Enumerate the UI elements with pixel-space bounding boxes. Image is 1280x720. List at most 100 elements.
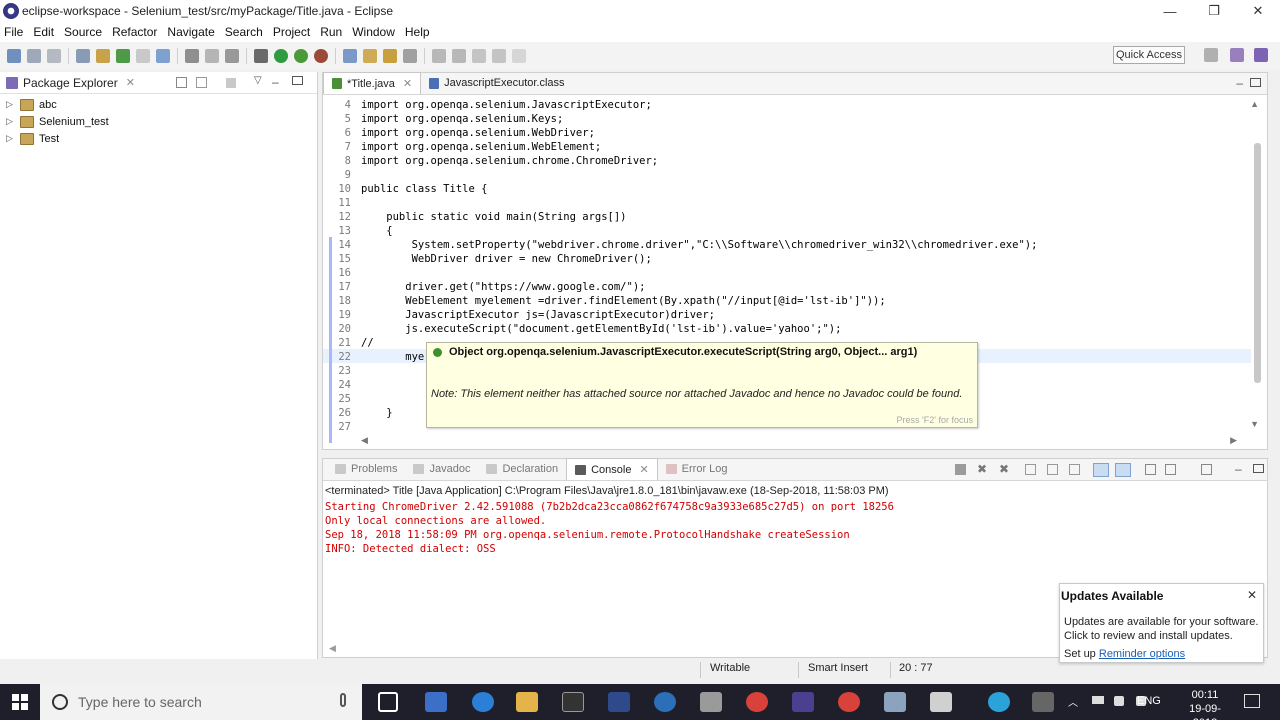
- maximize-view-icon[interactable]: [292, 76, 303, 85]
- minimize-button[interactable]: —: [1148, 0, 1192, 22]
- file-explorer-icon[interactable]: [516, 692, 538, 712]
- scroll-down-icon[interactable]: ▼: [1250, 419, 1259, 429]
- minimize-view-icon[interactable]: –: [272, 75, 279, 89]
- maximize-view-icon[interactable]: [1250, 78, 1261, 87]
- remove-all-icon[interactable]: ✖: [999, 462, 1009, 476]
- code-line[interactable]: import org.openqa.selenium.WebDriver;: [361, 127, 595, 139]
- refresh-icon[interactable]: [116, 49, 130, 63]
- command-prompt-icon[interactable]: [562, 692, 584, 712]
- open-console-icon[interactable]: [1201, 464, 1212, 475]
- tree-item-project[interactable]: ▷ Selenium_test: [0, 113, 317, 130]
- menu-file[interactable]: File: [4, 25, 31, 39]
- chrome-icon[interactable]: [746, 692, 768, 712]
- code-line[interactable]: {: [361, 225, 392, 237]
- maximize-view-icon[interactable]: [1253, 464, 1264, 473]
- code-line[interactable]: WebDriver driver = new ChromeDriver();: [361, 253, 652, 265]
- language-indicator[interactable]: ENG: [1137, 695, 1161, 707]
- close-icon[interactable]: ✕: [403, 77, 412, 90]
- battery-icon[interactable]: [1092, 696, 1104, 704]
- new-java-package-icon[interactable]: [343, 49, 357, 63]
- tab-title-java[interactable]: *Title.java ✕: [323, 72, 422, 94]
- code-line[interactable]: mye: [361, 351, 424, 363]
- menu-source[interactable]: Source: [64, 25, 110, 39]
- menu-project[interactable]: Project: [273, 25, 318, 39]
- edge-icon[interactable]: [472, 692, 494, 712]
- link-with-editor-icon[interactable]: [196, 77, 207, 88]
- forward-icon[interactable]: [512, 49, 526, 63]
- last-edit-icon[interactable]: [472, 49, 486, 63]
- whitespace-icon[interactable]: [205, 49, 219, 63]
- scroll-right-icon[interactable]: ▶: [1230, 435, 1237, 446]
- word-wrap-icon[interactable]: [1069, 464, 1080, 475]
- mark-occurrences-icon[interactable]: [156, 49, 170, 63]
- code-line[interactable]: import org.openqa.selenium.WebElement;: [361, 141, 601, 153]
- collapse-all-icon[interactable]: [176, 77, 187, 88]
- expand-icon[interactable]: ▷: [6, 99, 16, 110]
- menu-edit[interactable]: Edit: [33, 25, 62, 39]
- java-ee-perspective-icon[interactable]: [1230, 48, 1244, 62]
- menu-window[interactable]: Window: [352, 25, 403, 39]
- open-type-icon[interactable]: [383, 49, 397, 63]
- build-icon[interactable]: [96, 49, 110, 63]
- code-line[interactable]: driver.get("https://www.google.com/");: [361, 281, 645, 293]
- photoshop-icon[interactable]: [608, 692, 630, 712]
- code-line[interactable]: }: [361, 407, 392, 419]
- tab-problems[interactable]: Problems: [327, 458, 405, 480]
- debug-icon[interactable]: [254, 49, 268, 63]
- new-icon[interactable]: [7, 49, 21, 63]
- app-icon[interactable]: [425, 692, 447, 712]
- code-line[interactable]: JavascriptExecutor js=(JavascriptExecuto…: [361, 309, 715, 321]
- save-icon[interactable]: [27, 49, 41, 63]
- pin-console-icon[interactable]: [1145, 464, 1156, 475]
- tab-javadoc[interactable]: Javadoc: [405, 458, 478, 480]
- code-line[interactable]: js.executeScript("document.getElementByI…: [361, 323, 841, 335]
- microphone-icon[interactable]: [340, 693, 346, 707]
- code-line[interactable]: WebElement myelement =driver.findElement…: [361, 295, 885, 307]
- code-line[interactable]: import org.openqa.selenium.chrome.Chrome…: [361, 155, 658, 167]
- coverage-icon[interactable]: [294, 49, 308, 63]
- code-line[interactable]: //: [361, 337, 374, 349]
- print-icon[interactable]: [76, 49, 90, 63]
- expand-icon[interactable]: ▷: [6, 133, 16, 144]
- expand-icon[interactable]: ▷: [6, 116, 16, 127]
- clock[interactable]: 00:11 19-09-2018: [1177, 688, 1233, 720]
- notepad-icon[interactable]: [930, 692, 952, 712]
- show-on-error-icon[interactable]: [1115, 463, 1131, 477]
- close-icon[interactable]: ✕: [126, 76, 135, 89]
- code-line[interactable]: public static void main(String args[]): [361, 211, 626, 223]
- clear-console-icon[interactable]: [1047, 464, 1058, 475]
- start-button[interactable]: [0, 684, 40, 720]
- app-icon[interactable]: [884, 692, 906, 712]
- tab-package-explorer[interactable]: Package Explorer ✕: [0, 72, 141, 94]
- code-line[interactable]: System.setProperty("webdriver.chrome.dri…: [361, 239, 1038, 251]
- tab-console[interactable]: Console ✕: [566, 458, 658, 480]
- view-menu-icon[interactable]: ▽: [254, 75, 262, 86]
- search-icon[interactable]: [403, 49, 417, 63]
- code-line[interactable]: import org.openqa.selenium.Keys;: [361, 113, 563, 125]
- network-icon[interactable]: [1114, 696, 1124, 706]
- display-console-icon[interactable]: [1165, 464, 1176, 475]
- run-icon[interactable]: [274, 49, 288, 63]
- menu-run[interactable]: Run: [320, 25, 350, 39]
- back-icon[interactable]: [492, 49, 506, 63]
- menu-refactor[interactable]: Refactor: [112, 25, 165, 39]
- toggle-icon[interactable]: [136, 49, 150, 63]
- tree-item-project[interactable]: ▷ Test: [0, 130, 317, 147]
- remove-launch-icon[interactable]: ✖: [977, 462, 987, 476]
- tab-declaration[interactable]: Declaration: [478, 458, 566, 480]
- close-button[interactable]: ✕: [1236, 0, 1280, 22]
- reminder-options-link[interactable]: Reminder options: [1099, 648, 1185, 660]
- help-icon[interactable]: [988, 692, 1010, 712]
- minimize-view-icon[interactable]: –: [1236, 76, 1243, 90]
- chrome-icon[interactable]: [838, 692, 860, 712]
- tab-javascriptexecutor-class[interactable]: JavascriptExecutor.class: [421, 72, 572, 94]
- code-line[interactable]: import org.openqa.selenium.JavascriptExe…: [361, 99, 652, 111]
- scroll-up-icon[interactable]: ▲: [1250, 99, 1259, 109]
- open-perspective-icon[interactable]: [1204, 48, 1218, 62]
- external-tools-icon[interactable]: [314, 49, 328, 63]
- scroll-lock-icon[interactable]: [1025, 464, 1036, 475]
- people-icon[interactable]: [1032, 692, 1054, 712]
- menu-search[interactable]: Search: [225, 25, 271, 39]
- eclipse-icon[interactable]: [792, 692, 814, 712]
- code-line[interactable]: public class Title {: [361, 183, 487, 195]
